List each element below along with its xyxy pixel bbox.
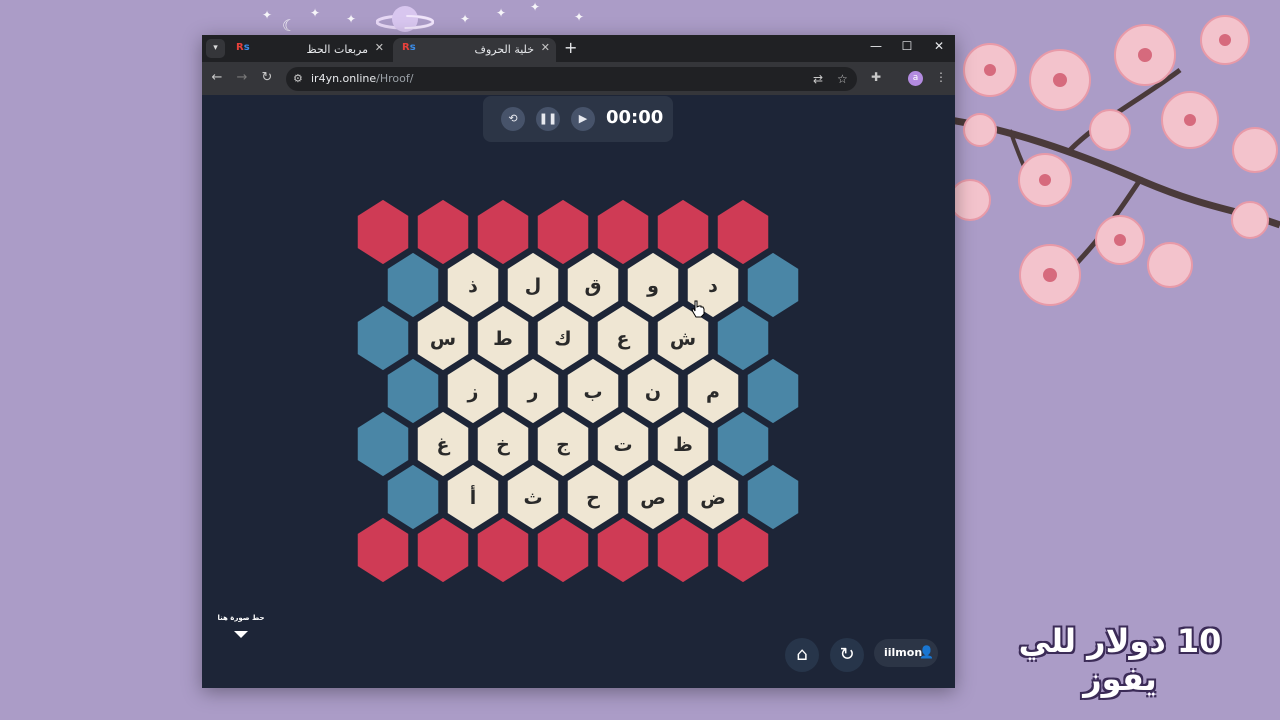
hex-cell-blue[interactable] [746,251,800,319]
hex-cell-red[interactable] [656,516,710,584]
profile-avatar[interactable]: a [908,71,923,86]
hex-letter: ح [586,487,600,509]
hex-letter: و [646,275,659,297]
site-favicon-icon: Rs [236,42,250,53]
sparkle-decoration: ✦ [262,8,273,22]
hex-cell-blue[interactable] [386,357,440,425]
image-drop-label: حط صورة هنا [217,614,265,622]
hex-cell-blue[interactable] [746,463,800,531]
hex-cell-red[interactable] [416,516,470,584]
hex-letter: ض [700,487,726,509]
hex-letter: ب [583,381,602,403]
close-window-icon[interactable]: ✕ [929,39,949,53]
refresh-icon: ↻ [839,644,855,665]
address-bar[interactable]: ⚙ ir4yn.online/Hroof/ ⇄ ☆ [286,67,857,91]
browser-toolbar: ← → ↻ ⚙ ir4yn.online/Hroof/ ⇄ ☆ ✚ a ⋮ [202,62,955,95]
close-tab-icon[interactable]: ✕ [375,41,384,54]
sparkle-decoration: ✦ [310,6,321,20]
reload-icon[interactable]: ↻ [258,70,276,85]
translate-icon[interactable]: ⇄ [813,72,823,86]
site-favicon-icon: Rs [402,42,416,53]
hex-letter: ن [645,381,661,403]
game-page: ⟲ ❚❚ ▶ 00:00 ذلقودسطكعشزربنمغخجتظأثحصض ح… [202,95,955,688]
bookmark-star-icon[interactable]: ☆ [837,72,848,86]
hex-letter: ك [554,328,571,350]
hex-letter: غ [437,434,451,456]
hex-cell-red[interactable] [536,198,590,266]
hex-cell-red[interactable] [356,516,410,584]
tab-letters-hive[interactable]: Rs خلية الحروف ✕ [393,38,556,62]
hex-cell-red[interactable] [596,198,650,266]
overlay-caption: 10 دولار للي يفوز [1018,622,1222,698]
hex-cell-blue[interactable] [716,410,770,478]
hex-letter: ع [617,328,631,350]
hex-cell-blue[interactable] [746,357,800,425]
hex-letter: ل [525,275,542,297]
tab-title: خلية الحروف [474,43,534,56]
hex-letter: ق [585,275,602,297]
extensions-icon[interactable]: ✚ [871,70,881,84]
hex-board: ذ ل ق و د س ط ك ع ش ز ر ب ن م غ خ ج ت ظ أ ث ح ص ض [356,198,800,584]
sparkle-decoration: ✦ [460,12,471,26]
hex-cell-red[interactable] [536,516,590,584]
tab-search-button[interactable]: ▾ [206,39,225,58]
hex-letter: خ [496,434,510,456]
hex-cell-blue[interactable] [356,304,410,372]
hex-letter: ذ [468,275,478,297]
hex-cell-red[interactable] [356,198,410,266]
hex-letter: ص [640,487,666,509]
sparkle-decoration: ✦ [496,6,507,20]
hex-letter: ط [493,328,513,350]
username: iilmon [884,646,923,659]
tab-lucky-squares[interactable]: Rs مربعات الحظ ✕ [227,38,390,62]
home-button[interactable]: ⌂ [785,638,819,672]
forward-arrow-icon[interactable]: → [233,70,251,85]
hex-letter: ر [527,381,539,403]
sparkle-decoration: ✦ [530,0,541,14]
tab-bar: ▾ Rs مربعات الحظ ✕ Rs خلية الحروف ✕ + — … [202,35,955,62]
back-arrow-icon[interactable]: ← [208,70,226,85]
hex-cell-red[interactable] [476,198,530,266]
hex-letter: ث [523,487,542,509]
sparkle-decoration: ✦ [574,10,585,24]
url-text[interactable]: ir4yn.online/Hroof/ [311,72,413,85]
hex-letter: ظ [673,434,693,456]
hex-letter: س [430,328,456,350]
maximize-icon[interactable]: ☐ [897,39,917,53]
hex-cell-red[interactable] [716,198,770,266]
site-info-icon[interactable]: ⚙ [293,72,303,85]
hex-letter: ج [556,434,570,456]
hand-cursor-icon [691,300,705,318]
sparkle-decoration: ✦ [346,12,357,26]
hex-letter: ز [467,381,479,403]
browser-window: ▾ Rs مربعات الحظ ✕ Rs خلية الحروف ✕ + — … [202,35,955,688]
hex-cell-red[interactable] [476,516,530,584]
moon-icon: ☾ [282,16,297,35]
user-icon: 👤 [919,645,934,659]
hex-cell-red[interactable] [656,198,710,266]
new-tab-button[interactable]: + [564,38,577,57]
tab-title: مربعات الحظ [306,43,368,56]
hex-cell-blue[interactable] [386,251,440,319]
hex-letter: د [708,275,718,297]
cherry-blossom-decoration [950,15,1280,306]
dropdown-arrow-icon[interactable] [234,631,248,638]
close-tab-icon[interactable]: ✕ [541,41,550,54]
refresh-button[interactable]: ↻ [830,638,864,672]
user-chip[interactable]: iilmon 👤 [874,639,938,667]
hex-cell-red[interactable] [716,516,770,584]
hex-cell-red[interactable] [416,198,470,266]
home-icon: ⌂ [796,644,808,665]
hex-cell-red[interactable] [596,516,650,584]
minimize-icon[interactable]: — [866,39,886,53]
hex-letter: ش [670,328,696,350]
hex-letter: ت [613,434,632,456]
hex-cell-blue[interactable] [386,463,440,531]
hex-letter: أ [470,485,477,509]
hex-letter: م [706,381,720,403]
menu-kebab-icon[interactable]: ⋮ [935,70,947,84]
hex-cell-blue[interactable] [356,410,410,478]
hex-cell-blue[interactable] [716,304,770,372]
planet-decoration [376,6,434,32]
